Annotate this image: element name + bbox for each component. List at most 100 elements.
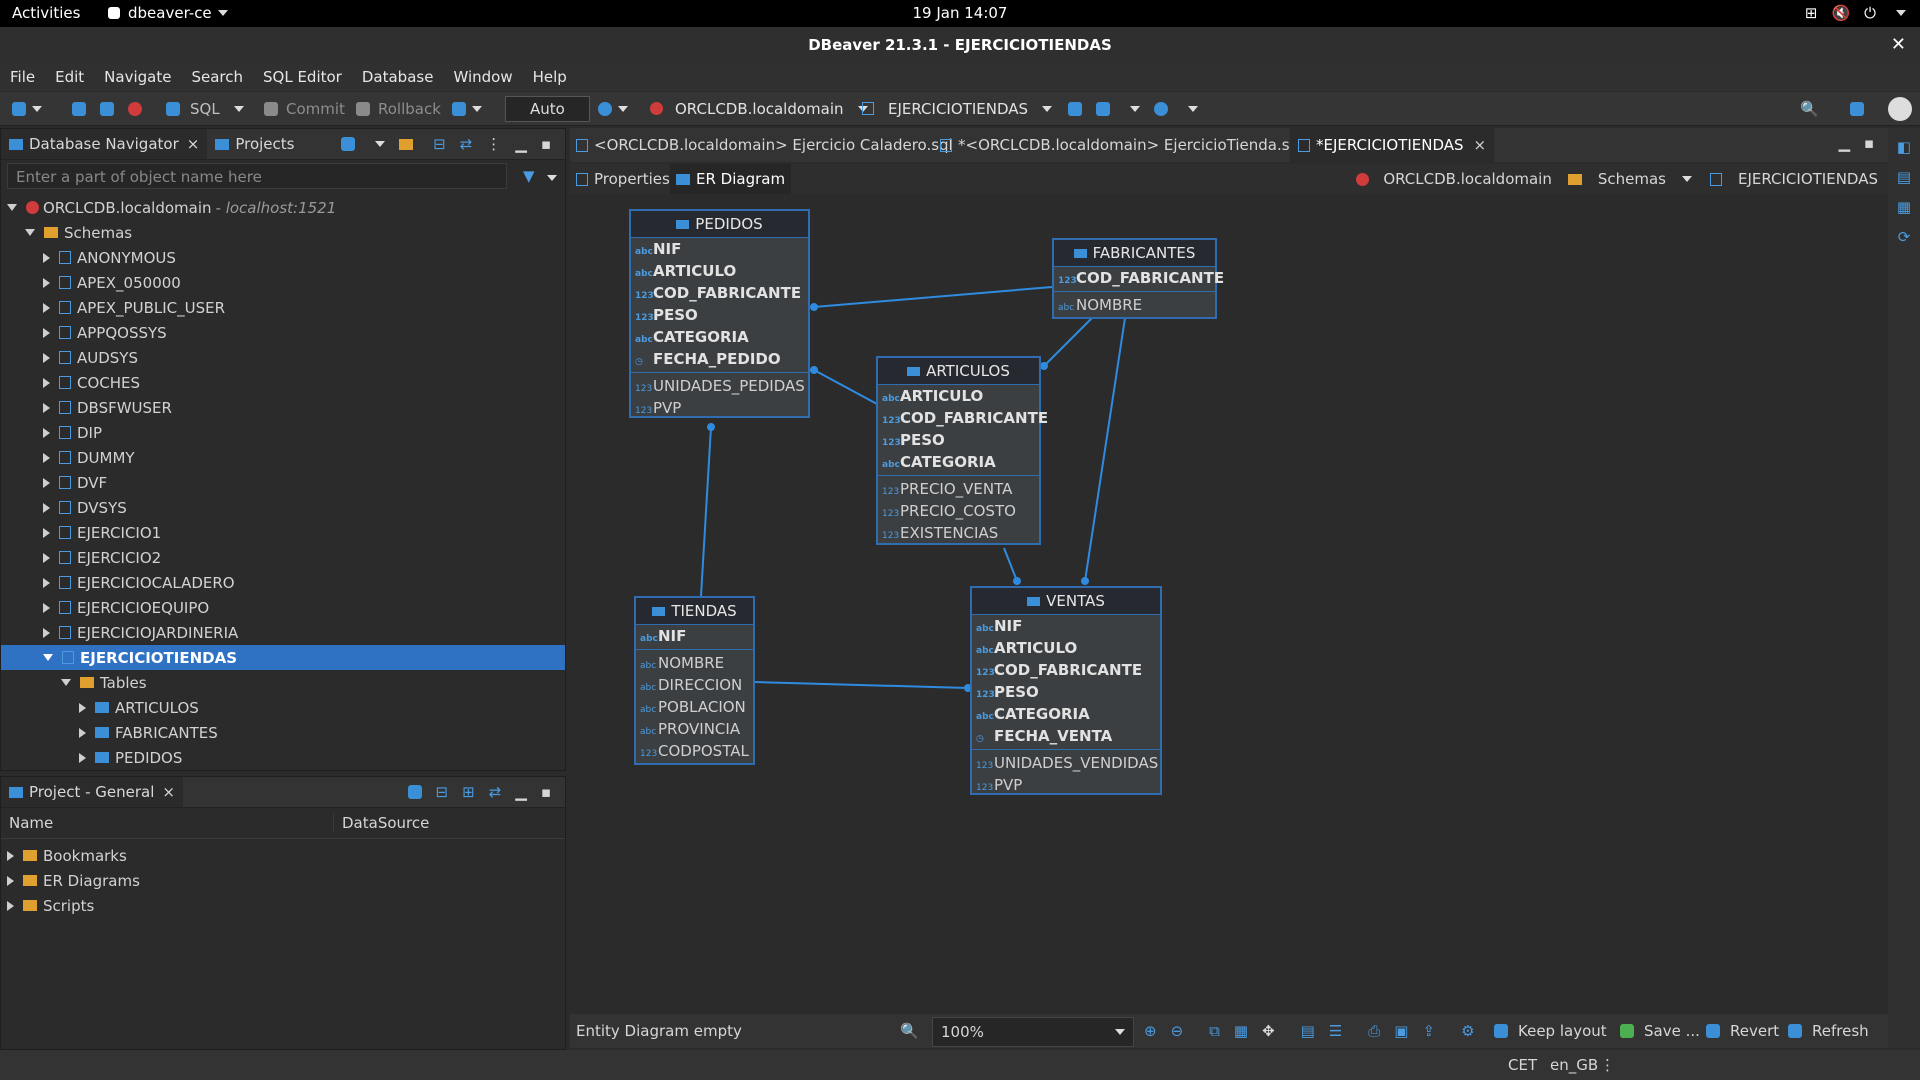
settings-icon[interactable]: ⚙ — [1461, 1022, 1474, 1040]
tab-database-navigator[interactable]: Database Navigator × — [1, 129, 208, 159]
entity-key-column[interactable]: ◷ FECHA_PEDIDO — [631, 348, 808, 370]
chevron-down-icon[interactable] — [547, 175, 557, 181]
entity-column[interactable]: 123EXISTENCIAS — [878, 522, 1039, 544]
expand-icon[interactable] — [43, 327, 50, 338]
expand-icon[interactable] — [61, 679, 71, 686]
zoom-out-icon[interactable]: ⊖ — [1171, 1022, 1184, 1040]
datasource-selector[interactable]: ORCLCDB.localdomain — [650, 92, 868, 125]
entity-key-column[interactable]: abcARTICULO — [972, 637, 1160, 659]
expand-icon[interactable] — [7, 850, 14, 861]
expand-icon[interactable] — [43, 277, 50, 288]
expand-icon[interactable] — [43, 477, 50, 488]
fk-pedidos-tiendas[interactable] — [700, 426, 712, 597]
disconnect-icon[interactable] — [100, 101, 114, 116]
entity-key-column[interactable]: abcNIF — [631, 238, 808, 260]
entity-key-column[interactable]: 123PESO — [878, 429, 1039, 451]
search-db-icon[interactable] — [1154, 101, 1168, 116]
print-icon[interactable]: ⎙ — [1368, 1022, 1380, 1040]
minimize-icon[interactable]: ▁ — [515, 135, 527, 153]
move-icon[interactable]: ✥ — [1262, 1022, 1275, 1040]
entity-key-column[interactable]: 123COD_FABRICANTE — [972, 659, 1160, 681]
transaction-mode-button[interactable] — [452, 92, 482, 125]
layout-icon[interactable]: ⧉ — [1209, 1022, 1220, 1040]
entity-column[interactable]: 123CODPOSTAL — [636, 740, 753, 762]
expand-icon[interactable] — [43, 502, 50, 513]
maximize-icon[interactable]: ▪ — [541, 135, 551, 153]
entity-key-column[interactable]: abcCATEGORIA — [878, 451, 1039, 473]
expand-icon[interactable] — [79, 727, 86, 738]
grid-icon[interactable]: ▦ — [1234, 1022, 1248, 1040]
menu-edit[interactable]: Edit — [45, 68, 94, 86]
tab-tienda-sql[interactable]: *<ORCLCDB.localdomain> EjercicioTienda.s… — [940, 128, 1303, 162]
schema-node[interactable]: ANONYMOUS — [1, 245, 565, 270]
keep-layout-button[interactable]: Keep layout — [1494, 1014, 1607, 1048]
entity-column[interactable]: abc DIRECCION — [636, 674, 753, 696]
entity-column[interactable]: 123UNIDADES_PEDIDAS — [631, 372, 808, 397]
entity-column[interactable]: 123PVP — [972, 774, 1160, 796]
expand-icon[interactable] — [43, 627, 50, 638]
tab-projects[interactable]: Projects — [207, 129, 302, 159]
link-editor-icon[interactable]: ⇄ — [489, 783, 502, 801]
maximize-icon[interactable]: ▪ — [541, 783, 551, 801]
entity-key-column[interactable]: abcCATEGORIA — [972, 703, 1160, 725]
expand-icon[interactable] — [7, 900, 14, 911]
save-button[interactable]: Save ... — [1620, 1014, 1700, 1048]
menu-navigate[interactable]: Navigate — [94, 68, 181, 86]
expand-icon[interactable] — [79, 752, 86, 763]
expand-icon[interactable] — [43, 302, 50, 313]
schema-node[interactable]: APPQOSSYS — [1, 320, 565, 345]
perspective-button[interactable] — [1850, 92, 1864, 125]
menu-search[interactable]: Search — [181, 68, 253, 86]
entity-header[interactable]: FABRICANTES — [1054, 240, 1215, 267]
subtab-er-diagram[interactable]: ER Diagram — [670, 164, 792, 194]
attributes-icon[interactable]: ☰ — [1329, 1022, 1342, 1040]
revert-button[interactable]: Revert — [1706, 1014, 1779, 1048]
schema-node[interactable]: EJERCICIOJARDINERIA — [1, 620, 565, 645]
close-icon[interactable]: × — [187, 135, 200, 153]
close-icon[interactable]: × — [1474, 136, 1487, 154]
schema-node[interactable]: EJERCICIO1 — [1, 520, 565, 545]
table-node[interactable]: PEDIDOS — [1, 745, 565, 770]
schema-node-selected[interactable]: EJERCICIOTIENDAS — [1, 645, 565, 670]
system-tray[interactable]: ⊞ 🔇 ⏻ — [1805, 4, 1906, 22]
entity-key-column[interactable]: 123COD_FABRICANTE — [878, 407, 1048, 429]
schema-node[interactable]: EJERCICIO2 — [1, 545, 565, 570]
fk-articulos-fabricantes[interactable] — [1043, 317, 1093, 367]
expand-icon[interactable] — [43, 527, 50, 538]
entity-ventas[interactable]: VENTAS abcNIF abcARTICULO 123COD_FABRICA… — [970, 586, 1162, 795]
export-image-icon[interactable]: ▣ — [1394, 1022, 1408, 1040]
tab-er-ejerciciotiendas[interactable]: *EJERCICIOTIENDAS × — [1290, 128, 1495, 162]
entity-pedidos[interactable]: PEDIDOS abcNIF abcARTICULO 123COD_FABRIC… — [629, 209, 810, 418]
connect-icon[interactable] — [72, 101, 86, 116]
subtab-properties[interactable]: Properties — [576, 164, 670, 194]
maximize-icon[interactable]: ▪ — [1864, 134, 1874, 152]
folder-icon[interactable] — [399, 138, 414, 150]
search-icon[interactable]: 🔍 — [900, 1022, 919, 1040]
sync-icon[interactable]: ⟳ — [1898, 228, 1911, 246]
activities-button[interactable]: Activities — [12, 4, 80, 22]
expand-icon[interactable] — [43, 602, 50, 613]
palette-icon[interactable]: ▦ — [1897, 198, 1911, 216]
column-header-datasource[interactable]: DataSource — [334, 814, 429, 832]
entity-column[interactable]: 123PRECIO_VENTA — [878, 475, 1039, 500]
project-item[interactable]: ER Diagrams — [1, 868, 565, 893]
fk-pedidos-fabricantes[interactable] — [813, 286, 1053, 308]
commit-mode-box[interactable]: Auto — [505, 92, 590, 125]
commit-button[interactable]: Commit — [264, 92, 345, 125]
expand-all-icon[interactable]: ⊞ — [462, 783, 475, 801]
sql-editor-button[interactable]: SQL — [166, 92, 244, 125]
status-menu-icon[interactable]: ⋮ — [1600, 1056, 1615, 1074]
app-menu[interactable]: dbeaver-ce — [108, 4, 228, 22]
crumb-schema[interactable]: EJERCICIOTIENDAS — [1738, 170, 1878, 188]
entity-key-column[interactable]: abcNIF — [636, 625, 753, 647]
entity-tiendas[interactable]: TIENDAS abcNIF abc NOMBRE abc DIRECCION ab… — [634, 596, 755, 765]
configure-icon[interactable] — [407, 785, 422, 799]
entity-column[interactable]: abc NOMBRE — [636, 649, 753, 674]
minimize-icon[interactable]: ▁ — [515, 783, 527, 801]
entity-column[interactable]: abc POBLACION — [636, 696, 753, 718]
fk-pedidos-articulos[interactable] — [813, 369, 878, 405]
outline-icon[interactable]: ◧ — [1897, 138, 1911, 156]
tab-project-general[interactable]: Project - General × — [1, 777, 183, 807]
entity-key-column[interactable]: 123PESO — [972, 681, 1160, 703]
menu-window[interactable]: Window — [443, 68, 522, 86]
